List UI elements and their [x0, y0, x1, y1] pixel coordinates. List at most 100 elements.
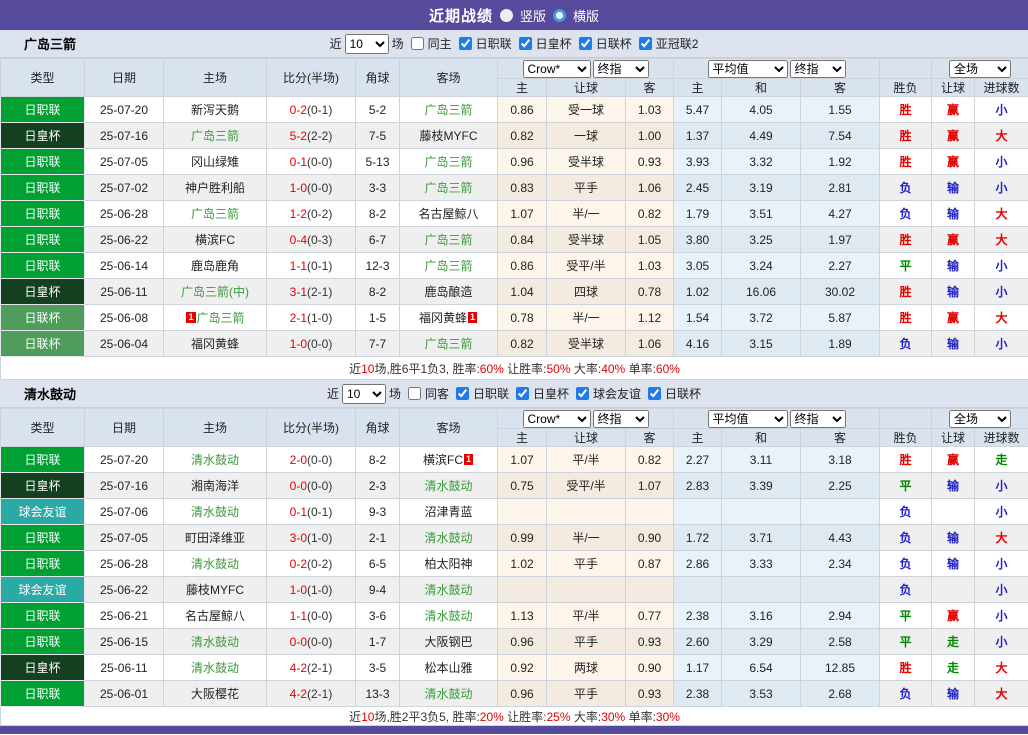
league-filter-checkbox[interactable]	[458, 37, 472, 50]
halftime-score: (1-0)	[307, 582, 333, 597]
scope-select[interactable]: 全场	[949, 59, 1011, 78]
avg-home-odds	[673, 576, 722, 603]
result-handicap: 赢	[931, 446, 975, 473]
corner-cell: 6-5	[355, 550, 400, 577]
result-goals: 小	[974, 498, 1028, 525]
league-filter-checkbox[interactable]	[516, 387, 529, 400]
league-filter-checkbox[interactable]	[518, 37, 532, 50]
company-select[interactable]: Crow*	[522, 409, 591, 428]
away-team-cell: 鹿岛酿造	[399, 278, 498, 305]
scope-select[interactable]: 全场	[949, 409, 1011, 428]
away-team-name: 清水鼓动	[424, 531, 473, 545]
empty-header-cell	[879, 408, 932, 429]
company-index-select[interactable]: 终指	[592, 409, 649, 428]
home-team-cell: 广岛三箭	[163, 200, 267, 227]
result-handicap: 输	[931, 472, 975, 499]
summary-segment: 大率:	[570, 361, 602, 376]
league-filter-label: 日联杯	[665, 387, 702, 401]
match-date: 25-06-28	[84, 200, 164, 227]
league-filter-checkbox[interactable]	[455, 387, 469, 400]
league-filter-checkbox[interactable]	[648, 387, 662, 400]
avg-away-odds	[800, 576, 880, 603]
summary-segment: 30%	[601, 709, 626, 724]
recent-results-sections: 广岛三箭近 10 场同主 日职联 日皇杯 日联杯 亚冠联2 类型 日期 主场 比分(半场) 角球 客场 C…	[0, 30, 1028, 726]
summary-segment: 30%	[655, 709, 680, 724]
odds-column-header: 客	[625, 78, 674, 97]
summary-segment: 50%	[546, 361, 571, 376]
horizontal-radio[interactable]	[553, 8, 566, 22]
away-team-name: 广岛三箭	[424, 233, 473, 247]
column-header: 类型	[0, 408, 85, 447]
halftime-score: (0-0)	[307, 336, 333, 351]
away-team-cell: 大阪钢巴	[399, 628, 498, 655]
league-filter-checkbox[interactable]	[576, 387, 590, 400]
corner-cell: 2-3	[355, 472, 400, 499]
result-wdl: 胜	[879, 122, 932, 149]
average-index-select[interactable]: 终指	[789, 409, 846, 428]
halftime-score: (0-1)	[307, 102, 333, 117]
handicap-odds-away: 0.77	[625, 602, 674, 629]
corner-cell: 2-1	[355, 524, 400, 551]
home-team-cell: 町田泽维亚	[163, 524, 267, 551]
company-index-select[interactable]: 终指	[592, 59, 649, 78]
league-filter-checkbox[interactable]	[578, 37, 592, 50]
match-row: 球会友谊 25-06-22 藤枝MYFC 1-0(1-0) 9-4 清水鼓动负小	[0, 576, 1028, 603]
fulltime-score: 4-2	[289, 660, 307, 675]
match-row: 日职联 25-06-01 大阪樱花 4-2(2-1) 13-3 清水鼓动 0.96 平手 0.9…	[0, 680, 1028, 707]
handicap-odds-home: 1.07	[497, 200, 547, 227]
match-date: 25-06-28	[84, 550, 164, 577]
home-team-name: 町田泽维亚	[184, 531, 245, 545]
handicap-odds-home: 0.83	[497, 174, 547, 201]
league-badge: 日职联	[0, 174, 85, 201]
avg-home-odds: 2.38	[673, 602, 722, 629]
odds-column-header: 让球	[931, 428, 975, 447]
result-handicap	[931, 576, 975, 603]
handicap-line: 平手	[546, 550, 626, 577]
horizontal-radio-label[interactable]: 横版	[573, 6, 599, 25]
avg-draw-odds	[721, 576, 801, 603]
score-cell: 1-0(0-0)	[266, 174, 356, 201]
column-header: 主场	[163, 408, 267, 447]
odds-column-header: 让球	[546, 428, 626, 447]
home-team-name: 鹿岛鹿角	[190, 259, 239, 273]
league-badge: 日皇杯	[0, 278, 85, 305]
league-filter-checkbox[interactable]	[638, 37, 652, 50]
same-venue-checkbox[interactable]	[410, 37, 424, 50]
away-team-name: 广岛三箭	[424, 337, 473, 351]
summary-segment: 单率:	[625, 361, 656, 376]
home-team-cell: 鹿岛鹿角	[163, 252, 267, 279]
away-team-cell: 广岛三箭	[399, 226, 498, 253]
company-select[interactable]: Crow*	[522, 59, 591, 78]
halftime-score: (0-0)	[307, 452, 333, 467]
vertical-radio[interactable]	[499, 8, 513, 22]
score-cell: 1-0(0-0)	[266, 330, 356, 357]
score-cell: 0-2(0-2)	[266, 550, 356, 577]
halftime-score: (0-0)	[307, 634, 333, 649]
corner-cell: 1-7	[355, 628, 400, 655]
result-wdl: 胜	[879, 654, 932, 681]
odds-column-header: 客	[625, 428, 674, 447]
average-select[interactable]: 平均值	[707, 59, 788, 78]
match-row: 日职联 25-06-21 名古屋鲸八 1-1(0-0) 3-6 清水鼓动 1.13 平/半 0.…	[0, 602, 1028, 629]
handicap-line: 受半球	[546, 226, 626, 253]
avg-home-odds: 3.80	[673, 226, 722, 253]
handicap-odds-home: 0.92	[497, 654, 547, 681]
halftime-score: (1-0)	[307, 530, 333, 545]
matches-count-select[interactable]: 10	[341, 383, 386, 404]
home-team-cell: 清水鼓动	[163, 550, 267, 577]
away-team-name: 广岛三箭	[424, 181, 473, 195]
handicap-odds-home: 0.84	[497, 226, 547, 253]
average-select[interactable]: 平均值	[707, 409, 788, 428]
handicap-odds-home: 1.07	[497, 446, 547, 473]
home-team-cell: 大阪樱花	[163, 680, 267, 707]
average-index-select[interactable]: 终指	[789, 59, 846, 78]
handicap-odds-away: 1.05	[625, 226, 674, 253]
matches-count-select[interactable]: 10	[344, 33, 389, 54]
home-team-cell: 清水鼓动	[163, 628, 267, 655]
column-header: 比分(半场)	[266, 408, 356, 447]
avg-draw-odds: 3.72	[721, 304, 801, 331]
same-venue-checkbox[interactable]	[407, 387, 421, 400]
vertical-radio-label[interactable]: 竖版	[520, 6, 546, 25]
result-wdl: 胜	[879, 278, 932, 305]
avg-home-odds: 2.83	[673, 472, 722, 499]
